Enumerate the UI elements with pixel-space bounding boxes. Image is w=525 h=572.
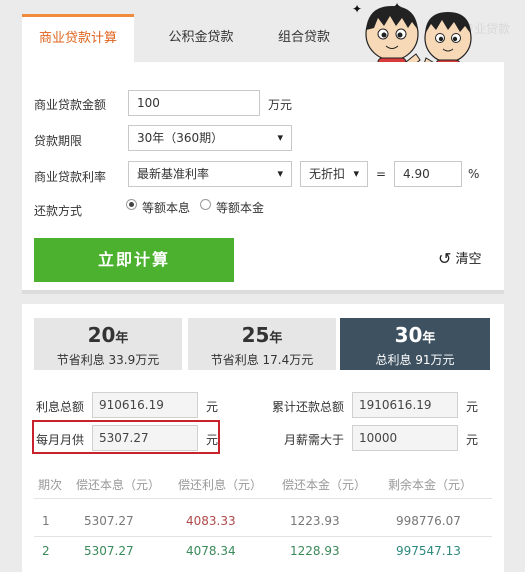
term-label: 贷款期限 (34, 134, 83, 148)
tab-provident-fund-loan[interactable]: 公积金贷款 (142, 14, 260, 62)
col-header-period: 期次 (38, 478, 63, 492)
amount-label: 商业贷款金额 (34, 98, 107, 112)
perforated-edge (22, 298, 504, 308)
amount-unit: 万元 (268, 98, 293, 112)
col-header-payment: 偿还本息（元） (76, 478, 161, 492)
salary-label: 月薪需大于 (284, 433, 345, 447)
loan-form-panel: 商业贷款金额 100 万元 贷款期限 30年（360期） 商业贷款利率 最新基准… (22, 62, 504, 294)
table-cell: 998776.07 (396, 514, 461, 528)
table-cell: 2 (42, 544, 50, 558)
table-divider (34, 498, 492, 499)
year-option-30[interactable]: 30年 总利息 91万元 (340, 318, 490, 370)
equal-principal-radio[interactable] (200, 199, 211, 210)
interest-rate-input[interactable]: 4.90 (394, 161, 462, 187)
table-cell: 1223.93 (290, 514, 340, 528)
equal-installment-radio[interactable] (126, 199, 137, 210)
table-cell: 4083.33 (186, 514, 236, 528)
total-interest-unit: 元 (206, 400, 219, 414)
year-desc: 总利息 91万元 (375, 353, 455, 367)
year-unit: 年 (115, 331, 129, 346)
loan-amount-input[interactable]: 100 (128, 90, 260, 116)
table-cell: 1 (42, 514, 50, 528)
equal-principal-label[interactable]: 等额本金 (216, 199, 264, 216)
monthly-payment-value: 5307.27 (92, 425, 198, 451)
tab-commercial-loan[interactable]: 商业贷款计算 (22, 14, 134, 62)
year-option-20[interactable]: 20年 节省利息 33.9万元 (34, 318, 182, 370)
table-cell: 1228.93 (290, 544, 340, 558)
salary-value: 10000 (352, 425, 458, 451)
table-cell: 5307.27 (84, 544, 134, 558)
year-value: 20 (87, 323, 116, 347)
total-interest-value: 910616.19 (92, 392, 198, 418)
table-cell: 5307.27 (84, 514, 134, 528)
monthly-payment-unit: 元 (206, 433, 219, 447)
rate-label: 商业贷款利率 (34, 170, 107, 184)
clear-label: 清空 (455, 252, 482, 267)
rate-unit: % (468, 167, 480, 181)
year-unit: 年 (422, 331, 436, 346)
col-header-remaining: 剩余本金（元） (388, 478, 473, 492)
year-desc: 节省利息 17.4万元 (210, 353, 314, 367)
total-repay-value: 1910616.19 (352, 392, 458, 418)
rate-discount-select[interactable]: 无折扣 (300, 161, 368, 187)
refresh-icon: ↺ (438, 249, 452, 268)
year-unit: 年 (269, 331, 283, 346)
col-header-interest: 偿还利息（元） (178, 478, 263, 492)
year-value: 30 (394, 323, 423, 347)
table-cell: 997547.13 (396, 544, 461, 558)
tab-combined-loan[interactable]: 组合贷款 (262, 14, 346, 62)
year-value: 25 (241, 323, 270, 347)
loan-term-select[interactable]: 30年（360期） (128, 125, 292, 151)
table-divider (34, 536, 492, 537)
result-panel: 20年 节省利息 33.9万元 25年 节省利息 17.4万元 30年 总利息 … (22, 298, 504, 572)
table-cell: 4078.34 (186, 544, 236, 558)
rate-basis-select[interactable]: 最新基准利率 (128, 161, 292, 187)
total-repay-label: 累计还款总额 (272, 400, 345, 414)
total-interest-label: 利息总额 (36, 400, 85, 414)
method-label: 还款方式 (34, 204, 83, 218)
monthly-payment-label: 每月月供 (36, 433, 85, 447)
col-header-principal: 偿还本金（元） (282, 478, 367, 492)
calculate-button[interactable]: 立即计算 (34, 238, 234, 282)
year-option-25[interactable]: 25年 节省利息 17.4万元 (188, 318, 336, 370)
equal-installment-label[interactable]: 等额本息 (142, 199, 190, 216)
equals-sign: = (376, 167, 387, 181)
year-desc: 节省利息 33.9万元 (56, 353, 160, 367)
panel-divider (22, 290, 504, 294)
salary-unit: 元 (466, 433, 479, 447)
total-repay-unit: 元 (466, 400, 479, 414)
clear-button[interactable]: ↺ 清空 (438, 248, 482, 268)
